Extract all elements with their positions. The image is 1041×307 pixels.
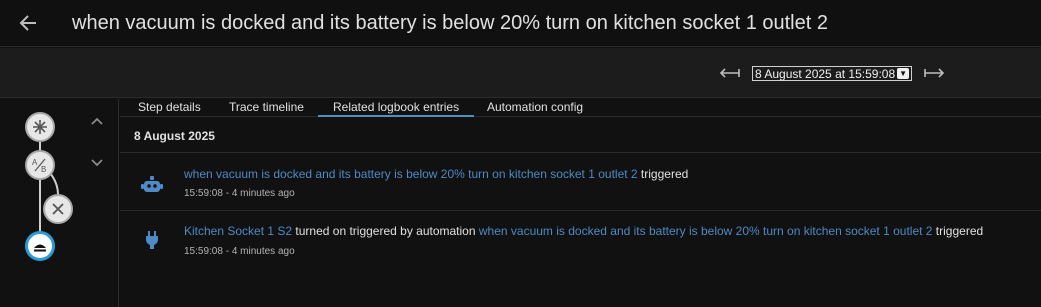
trace-details-panel: Step details Trace timeline Related logb…: [120, 99, 1041, 307]
graph-node-action[interactable]: [25, 231, 55, 261]
older-trace-button[interactable]: [719, 66, 741, 80]
logbook-entry-message: when vacuum is docked and its battery is…: [184, 167, 688, 181]
trigger-icon: [33, 120, 47, 134]
chevron-down-icon: ▼: [897, 68, 910, 79]
logbook-date-heading: 8 August 2025: [134, 129, 215, 143]
tab-automation-config[interactable]: Automation config: [487, 99, 583, 117]
logbook-entry-text: triggered: [932, 224, 984, 238]
svg-text:B: B: [41, 165, 46, 174]
chevron-up-icon[interactable]: [90, 116, 104, 126]
chevron-down-icon[interactable]: [90, 158, 104, 168]
graph-node-skipped[interactable]: [43, 194, 73, 224]
logbook-entry-message: Kitchen Socket 1 S2 turned on triggered …: [184, 224, 983, 238]
close-icon: [52, 203, 64, 215]
logbook-entry-text: turned on triggered by automation: [292, 224, 479, 238]
arrow-left-icon: [19, 15, 36, 31]
logbook-entry-text: triggered: [637, 167, 689, 181]
entity-link[interactable]: Kitchen Socket 1 S2: [184, 224, 292, 238]
newer-trace-button[interactable]: [923, 66, 945, 80]
back-button[interactable]: [0, 0, 56, 47]
automation-link[interactable]: when vacuum is docked and its battery is…: [479, 224, 933, 238]
app-header: when vacuum is docked and its battery is…: [0, 0, 1041, 47]
trace-select-value: 8 August 2025 at 15:59:08: [755, 66, 896, 81]
logbook-entry: when vacuum is docked and its battery is…: [120, 153, 1041, 210]
graph-node-condition[interactable]: A B: [25, 150, 55, 180]
tab-bar: Step details Trace timeline Related logb…: [120, 99, 1041, 117]
tab-trace-timeline[interactable]: Trace timeline: [229, 99, 304, 117]
tab-step-details[interactable]: Step details: [138, 99, 201, 117]
condition-icon: A B: [32, 158, 46, 174]
arrow-collapse-left-icon: [719, 68, 740, 78]
logbook-entry-time: 15:59:08 - 4 minutes ago: [184, 188, 295, 199]
arrow-collapse-right-icon: [924, 68, 945, 78]
svg-text:A: A: [32, 158, 38, 167]
power-plug-icon: [141, 229, 163, 251]
automation-link[interactable]: when vacuum is docked and its battery is…: [184, 167, 638, 181]
page-title: when vacuum is docked and its battery is…: [72, 11, 828, 34]
logbook-entry: Kitchen Socket 1 S2 turned on triggered …: [120, 211, 1041, 268]
eject-icon: [34, 244, 46, 252]
graph-node-trigger[interactable]: [25, 112, 55, 142]
robot-icon: [141, 174, 163, 196]
tab-related-logbook[interactable]: Related logbook entries: [318, 99, 475, 117]
trace-select[interactable]: 8 August 2025 at 15:59:08 ▼: [752, 66, 913, 81]
trace-graph: A B: [0, 99, 119, 307]
logbook-entry-time: 15:59:08 - 4 minutes ago: [184, 246, 295, 257]
